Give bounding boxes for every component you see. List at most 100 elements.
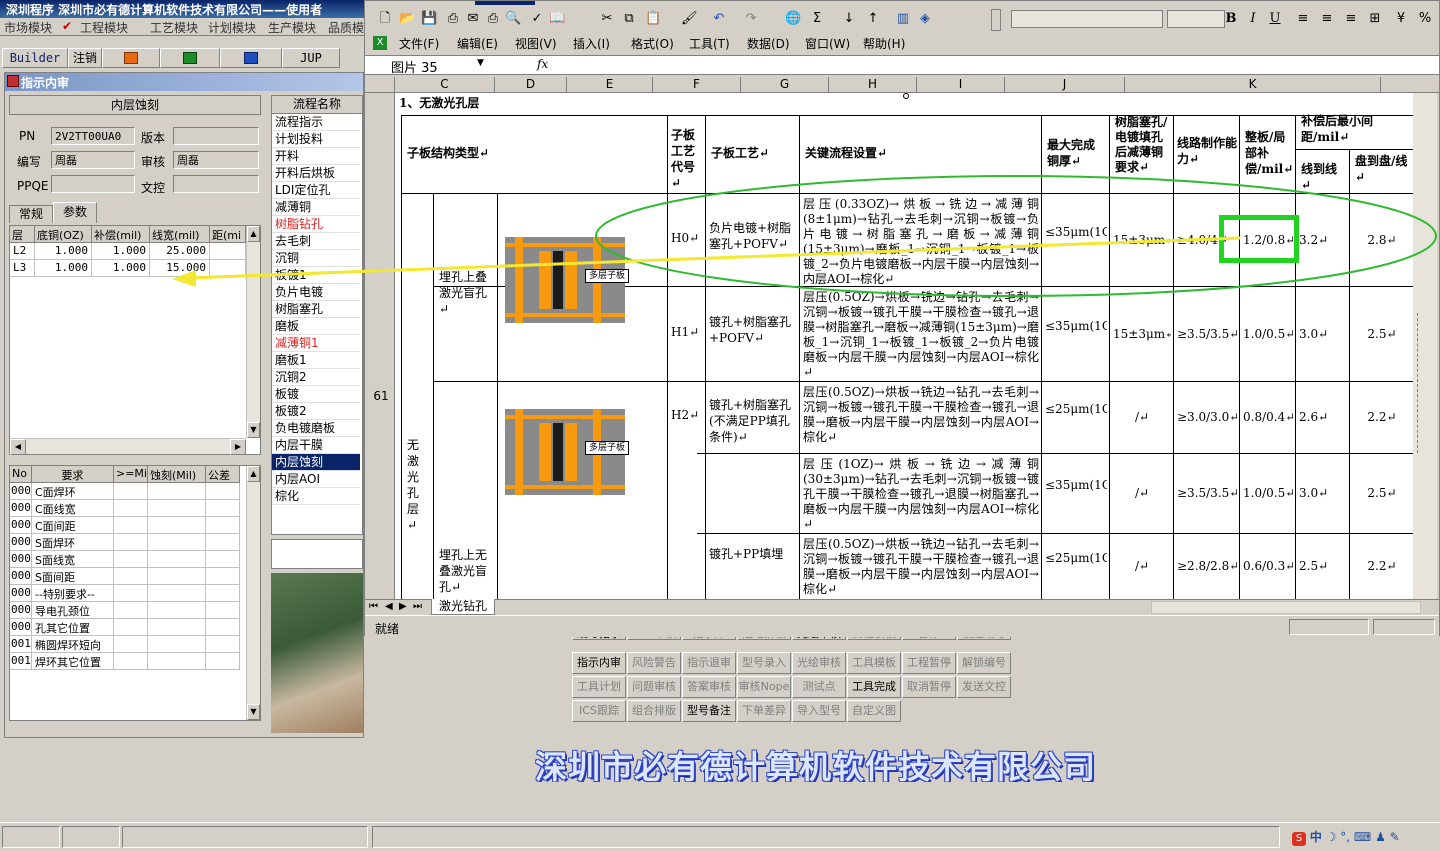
menu-quality[interactable]: 品质模	[328, 19, 364, 36]
req-row-cell[interactable]	[206, 585, 240, 602]
req-row-cell[interactable]	[206, 636, 240, 653]
ppqe-field[interactable]	[51, 175, 135, 193]
excel-button[interactable]	[160, 48, 220, 68]
req-row-text[interactable]: 焊环其它位置	[32, 653, 114, 670]
flow-item[interactable]: 磨板1	[272, 352, 360, 369]
req-row-no[interactable]: 000	[10, 619, 32, 636]
req-grid-vscroll[interactable]: ▲ ▼	[246, 466, 260, 720]
cell-width[interactable]: 15.000	[150, 260, 210, 277]
logout-button[interactable]: 注销	[68, 48, 102, 68]
req-row-no[interactable]: 000	[10, 568, 32, 585]
chart-icon[interactable]: ▥	[895, 11, 911, 27]
cell-width[interactable]: 25.000	[150, 243, 210, 260]
req-row-text[interactable]: C面焊环	[32, 483, 114, 500]
permission-icon[interactable]: ⎙	[445, 11, 461, 27]
sort-asc-icon[interactable]: ↓	[841, 11, 857, 27]
last-sheet-icon[interactable]: ⏭	[413, 601, 422, 612]
paste-icon[interactable]: 📋	[645, 11, 661, 27]
req-row-cell[interactable]	[114, 500, 148, 517]
scroll-down-icon[interactable]: ▼	[247, 422, 260, 438]
menu-plan[interactable]: 计划模块	[208, 19, 256, 36]
req-row-cell[interactable]	[206, 602, 240, 619]
req-row-cell[interactable]	[206, 551, 240, 568]
col-space[interactable]: 距(mi	[210, 226, 246, 243]
format-painter-icon[interactable]: 🖌	[681, 11, 698, 27]
req-row-cell[interactable]	[148, 602, 206, 619]
menu-file[interactable]: 文件(F)	[399, 35, 439, 52]
pn-field[interactable]: 2V2TT00UA0	[51, 127, 135, 145]
currency-icon[interactable]: ¥	[1393, 11, 1409, 27]
req-row-cell[interactable]	[114, 636, 148, 653]
cell-base-cu[interactable]: 1.000	[35, 260, 92, 277]
jup-button[interactable]: JUP	[282, 48, 340, 68]
flow-item[interactable]: 负电镀磨板	[272, 420, 360, 437]
function-button[interactable]: 取消暂停	[902, 676, 956, 698]
layer-grid[interactable]: 层 底铜(OZ) 补偿(mil) 线宽(mil) 距(mi L2 1.000 1…	[9, 225, 261, 455]
req-row-cell[interactable]	[148, 636, 206, 653]
req-row-cell[interactable]	[114, 602, 148, 619]
fx-icon[interactable]: fx	[537, 57, 548, 71]
flow-item[interactable]: 板镀1	[272, 267, 360, 284]
req-row-text[interactable]: S面间距	[32, 568, 114, 585]
mail-icon[interactable]: ✉	[465, 11, 481, 27]
sogou-icon[interactable]: S	[1292, 832, 1306, 846]
col-min[interactable]: >=Mil	[114, 466, 148, 483]
preview-icon[interactable]: 🔍	[505, 11, 521, 27]
col-header-c[interactable]: C	[395, 77, 495, 93]
ime-bar[interactable]: S 中 ☽ °, ⌨ ♟ ✎	[1292, 828, 1432, 846]
col-base-cu[interactable]: 底铜(OZ)	[35, 226, 92, 243]
req-row-cell[interactable]	[114, 619, 148, 636]
scroll-down-icon[interactable]: ▼	[247, 704, 260, 720]
menu-engineering[interactable]: 工程模块	[80, 19, 128, 36]
flow-item[interactable]: 开料后烘板	[272, 165, 360, 182]
req-row-no[interactable]: 000	[10, 602, 32, 619]
menu-tools[interactable]: 工具(T)	[689, 35, 730, 52]
redo-icon[interactable]: ↷	[743, 11, 759, 27]
menu-edit[interactable]: 编辑(E)	[457, 35, 498, 52]
next-sheet-icon[interactable]: ▶	[399, 601, 407, 612]
align-right-icon[interactable]: ≡	[1343, 11, 1359, 27]
col-req[interactable]: 要求	[32, 466, 114, 483]
col-header-g[interactable]: G	[741, 77, 829, 93]
req-row-cell[interactable]	[114, 568, 148, 585]
menu-format[interactable]: 格式(O)	[631, 35, 674, 52]
cell-layer[interactable]: L3	[10, 260, 35, 277]
flow-item[interactable]: 内层蚀刻	[272, 454, 360, 471]
col-tol[interactable]: 公差	[206, 466, 240, 483]
req-row-cell[interactable]	[148, 585, 206, 602]
req-row-text[interactable]: 椭圆焊环短向	[32, 636, 114, 653]
req-row-cell[interactable]	[206, 500, 240, 517]
req-row-no[interactable]: 000	[10, 517, 32, 534]
version-field[interactable]	[173, 127, 259, 145]
ime-chinese-icon[interactable]: 中	[1310, 830, 1322, 844]
toolbar-options-icon[interactable]	[991, 9, 1001, 31]
req-row-cell[interactable]	[148, 551, 206, 568]
req-row-cell[interactable]	[206, 534, 240, 551]
function-button[interactable]: 指示内审	[572, 652, 626, 674]
flow-item[interactable]: 树脂塞孔	[272, 301, 360, 318]
flow-item[interactable]: 棕化	[272, 488, 360, 505]
cut-icon[interactable]: ✂	[599, 11, 615, 27]
function-button[interactable]: 指示退审	[682, 652, 736, 674]
align-left-icon[interactable]: ≡	[1295, 11, 1311, 27]
req-row-cell[interactable]	[206, 483, 240, 500]
function-button[interactable]: 组合排版	[627, 700, 681, 722]
research-icon[interactable]: 📖	[549, 11, 565, 27]
ppt-button[interactable]	[102, 48, 160, 68]
writer-field[interactable]: 周磊	[51, 151, 135, 169]
merge-icon[interactable]: ⊞	[1367, 11, 1383, 27]
req-row-no[interactable]: 000	[10, 585, 32, 602]
user-icon[interactable]: ♟	[1375, 830, 1386, 844]
flow-item[interactable]: 板镀2	[272, 403, 360, 420]
scroll-left-icon[interactable]: ◀	[10, 439, 26, 455]
flow-item[interactable]: 磨板	[272, 318, 360, 335]
menu-production[interactable]: 生产模块	[268, 19, 316, 36]
req-row-cell[interactable]	[206, 619, 240, 636]
req-row-cell[interactable]	[148, 517, 206, 534]
col-etch[interactable]: 蚀刻(Mil)	[148, 466, 206, 483]
drawing-icon[interactable]: ◈	[917, 11, 933, 27]
punct-icon[interactable]: °,	[1340, 830, 1350, 844]
autosum-icon[interactable]: Σ	[809, 11, 825, 27]
first-sheet-icon[interactable]: ⏮	[369, 601, 378, 612]
req-row-text[interactable]: S面焊环	[32, 534, 114, 551]
